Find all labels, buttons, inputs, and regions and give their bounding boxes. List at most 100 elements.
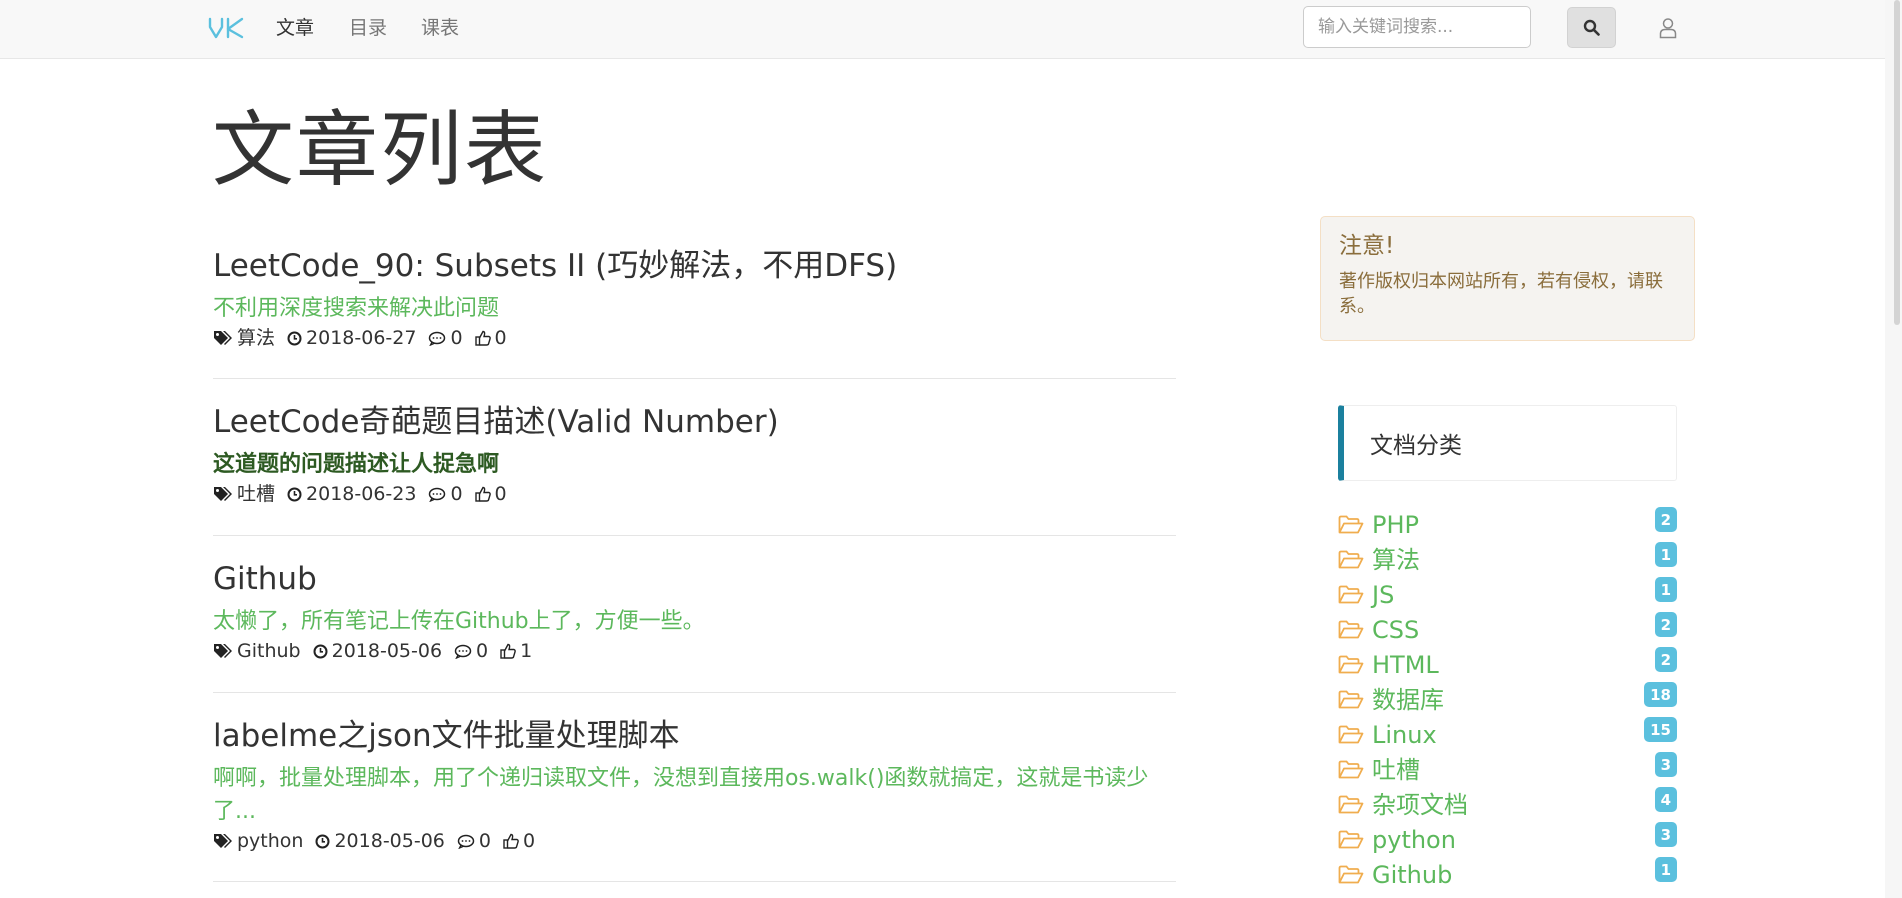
article-likes: 1 bbox=[520, 640, 533, 662]
search-icon bbox=[1583, 19, 1600, 36]
folder-open-icon bbox=[1338, 550, 1364, 568]
article-tag[interactable]: 算法 bbox=[237, 325, 275, 351]
category-count-badge: 1 bbox=[1654, 542, 1677, 567]
category-name: PHP bbox=[1372, 510, 1419, 539]
divider bbox=[213, 535, 1176, 536]
category-item[interactable]: CSS 2 bbox=[1338, 612, 1677, 647]
folder-open-icon bbox=[1338, 620, 1364, 638]
article-item: labelme之json文件批量处理脚本 啊啊，批量处理脚本，用了个递归读取文件… bbox=[213, 716, 1176, 854]
article-tag[interactable]: python bbox=[237, 828, 303, 854]
category-count-badge: 1 bbox=[1654, 577, 1677, 602]
tags-icon bbox=[214, 834, 232, 848]
article-comments: 0 bbox=[450, 327, 463, 349]
article-summary[interactable]: 不利用深度搜索来解决此问题 bbox=[213, 292, 1176, 325]
article-date: 2018-06-23 bbox=[306, 483, 417, 505]
category-name: 算法 bbox=[1372, 545, 1420, 574]
category-name: JS bbox=[1372, 580, 1395, 609]
category-item[interactable]: 吐槽 3 bbox=[1338, 752, 1677, 787]
category-item[interactable]: PHP 2 bbox=[1338, 507, 1677, 542]
nav-schedule[interactable]: 课表 bbox=[421, 16, 459, 40]
category-header: 文档分类 bbox=[1338, 405, 1677, 481]
clock-icon bbox=[287, 331, 302, 345]
folder-open-icon bbox=[1338, 760, 1364, 778]
thumbs-up-icon bbox=[503, 833, 519, 849]
folder-open-icon bbox=[1338, 515, 1364, 533]
article-meta: 算法 2018-06-27 0 0 bbox=[213, 325, 1176, 351]
article-tag[interactable]: 吐槽 bbox=[237, 481, 275, 507]
article-tag[interactable]: Github bbox=[237, 638, 301, 664]
category-list: PHP 2 算法 1 JS 1 CSS 2 HTML 2 数据库 18 Linu… bbox=[1338, 507, 1677, 892]
category-name: 数据库 bbox=[1372, 685, 1444, 714]
category-item[interactable]: python 3 bbox=[1338, 822, 1677, 857]
search-input[interactable] bbox=[1303, 6, 1531, 48]
folder-open-icon bbox=[1338, 655, 1364, 673]
clock-icon bbox=[287, 487, 302, 501]
category-name: Linux bbox=[1372, 720, 1437, 749]
comment-icon bbox=[457, 834, 475, 849]
category-item[interactable]: 杂项文档 4 bbox=[1338, 787, 1677, 822]
divider bbox=[213, 881, 1176, 882]
article-item: LeetCode_90: Subsets II (巧妙解法，不用DFS) 不利用… bbox=[213, 246, 1176, 351]
category-item[interactable]: Linux 15 bbox=[1338, 717, 1677, 752]
folder-open-icon bbox=[1338, 690, 1364, 708]
scrollbar-thumb[interactable] bbox=[1894, 0, 1900, 325]
article-meta: Github 2018-05-06 0 1 bbox=[213, 638, 1176, 664]
article-title[interactable]: LeetCode_90: Subsets II (巧妙解法，不用DFS) bbox=[213, 246, 1176, 286]
category-count-badge: 4 bbox=[1654, 787, 1677, 812]
page-title: 文章列表 bbox=[212, 103, 549, 198]
category-item[interactable]: Github 1 bbox=[1338, 857, 1677, 892]
category-count-badge: 2 bbox=[1654, 612, 1677, 637]
category-count-badge: 2 bbox=[1654, 507, 1677, 532]
article-date: 2018-06-27 bbox=[306, 327, 417, 349]
site-logo[interactable] bbox=[208, 16, 244, 40]
thumbs-up-icon bbox=[474, 486, 491, 502]
comment-icon bbox=[429, 331, 446, 346]
article-summary[interactable]: 太懒了，所有笔记上传在Github上了，方便一些。 bbox=[213, 605, 1176, 638]
notice-body: 著作版权归本网站所有，若有侵权，请联系。 bbox=[1339, 271, 1663, 317]
search-button[interactable] bbox=[1567, 7, 1616, 48]
nav-catalog[interactable]: 目录 bbox=[349, 16, 387, 40]
folder-open-icon bbox=[1338, 585, 1364, 603]
nav-articles[interactable]: 文章 bbox=[276, 16, 314, 40]
article-summary[interactable]: 这道题的问题描述让人捉急啊 bbox=[213, 448, 1176, 481]
clock-icon bbox=[313, 644, 328, 658]
category-item[interactable]: JS 1 bbox=[1338, 577, 1677, 612]
article-comments: 0 bbox=[476, 640, 489, 662]
folder-open-icon bbox=[1338, 795, 1364, 813]
article-comments: 0 bbox=[478, 830, 491, 852]
category-item[interactable]: 算法 1 bbox=[1338, 542, 1677, 577]
category-count-badge: 1 bbox=[1654, 857, 1677, 882]
category-count-badge: 18 bbox=[1644, 682, 1677, 707]
category-count-badge: 3 bbox=[1654, 752, 1677, 777]
category-item[interactable]: HTML 2 bbox=[1338, 647, 1677, 682]
folder-open-icon bbox=[1338, 830, 1364, 848]
category-name: HTML bbox=[1372, 650, 1439, 679]
clock-icon bbox=[315, 834, 330, 848]
article-summary[interactable]: 啊啊，批量处理脚本，用了个递归读取文件，没想到直接用os.walk()函数就搞定… bbox=[213, 762, 1176, 828]
category-name: 吐槽 bbox=[1372, 755, 1420, 784]
category-count-badge: 3 bbox=[1654, 822, 1677, 847]
folder-open-icon bbox=[1338, 865, 1364, 883]
article-title[interactable]: labelme之json文件批量处理脚本 bbox=[213, 716, 1176, 756]
category-name: python bbox=[1372, 825, 1456, 854]
comment-icon bbox=[454, 644, 472, 659]
notice-box: 注意! 著作版权归本网站所有，若有侵权，请联系。 bbox=[1320, 216, 1695, 341]
article-title[interactable]: Github bbox=[213, 559, 1176, 599]
article-meta: python 2018-05-06 0 0 bbox=[213, 828, 1176, 854]
folder-open-icon bbox=[1338, 725, 1364, 743]
user-icon[interactable] bbox=[1658, 17, 1678, 39]
notice-title: 注意! bbox=[1339, 233, 1395, 259]
article-likes: 0 bbox=[522, 830, 536, 852]
article-likes: 0 bbox=[494, 327, 507, 349]
article-title[interactable]: LeetCode奇葩题目描述(Valid Number) bbox=[213, 402, 1176, 442]
comment-icon bbox=[429, 487, 446, 502]
tags-icon bbox=[214, 487, 232, 501]
category-name: 杂项文档 bbox=[1372, 790, 1468, 819]
article-date: 2018-05-06 bbox=[331, 640, 443, 662]
article-item: Github 太懒了，所有笔记上传在Github上了，方便一些。 Github … bbox=[213, 559, 1176, 664]
category-name: CSS bbox=[1372, 615, 1420, 644]
article-item: LeetCode奇葩题目描述(Valid Number) 这道题的问题描述让人捉… bbox=[213, 402, 1176, 507]
category-item[interactable]: 数据库 18 bbox=[1338, 682, 1677, 717]
navbar: 文章 目录 课表 bbox=[0, 0, 1902, 59]
divider bbox=[213, 692, 1176, 693]
